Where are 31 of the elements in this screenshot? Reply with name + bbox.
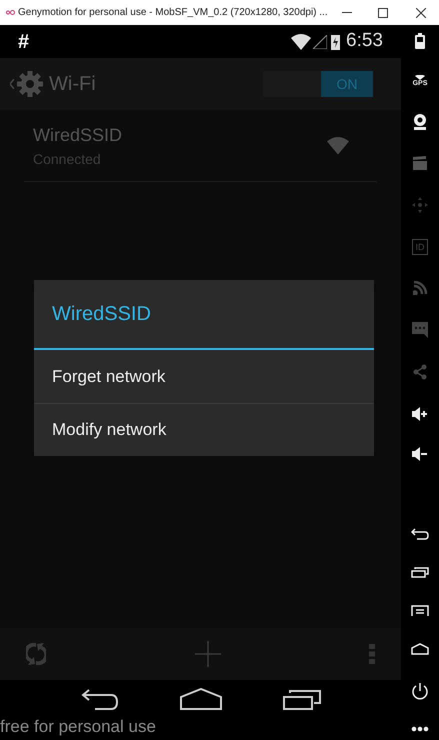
dialog-menu-item[interactable]: Modify network (34, 403, 374, 456)
battery-charging-icon (331, 34, 340, 50)
watermark-text: free for personal use (0, 718, 156, 735)
maximize-icon (378, 8, 388, 18)
minimize-icon (342, 12, 352, 13)
genymotion-logo-icon (6, 10, 15, 15)
wifi-icon (414, 75, 425, 80)
webcam-icon[interactable] (413, 114, 427, 130)
dialog-title: WiredSSID (34, 280, 374, 350)
network-name: WiredSSID (33, 124, 124, 146)
more-icon[interactable] (411, 726, 429, 732)
battery-icon[interactable] (415, 33, 425, 49)
clapperboard-icon[interactable] (413, 156, 427, 170)
clock: 6:53 (346, 29, 383, 54)
notification-text: # (18, 30, 30, 54)
back-icon[interactable] (80, 688, 118, 710)
recent-apps-icon[interactable] (282, 688, 320, 710)
power-icon[interactable] (411, 682, 429, 700)
back-caret-icon (10, 79, 15, 89)
home-icon[interactable] (180, 688, 222, 710)
recent-apps-icon[interactable] (411, 566, 429, 578)
volume-up-icon[interactable] (412, 406, 428, 421)
window-title: Genymotion for personal use - MobSF_VM_0.2 (720x1280, 320dpi) ... (18, 6, 329, 20)
close-icon (416, 8, 426, 18)
dialog-menu-item[interactable]: Forget network (34, 350, 374, 403)
wifi-icon (327, 136, 349, 154)
signal-icon (313, 34, 328, 48)
wifi-icon (291, 34, 312, 50)
screen-title: Wi-Fi (49, 72, 97, 97)
volume-down-icon[interactable] (412, 447, 428, 462)
menu-icon[interactable] (411, 604, 429, 617)
